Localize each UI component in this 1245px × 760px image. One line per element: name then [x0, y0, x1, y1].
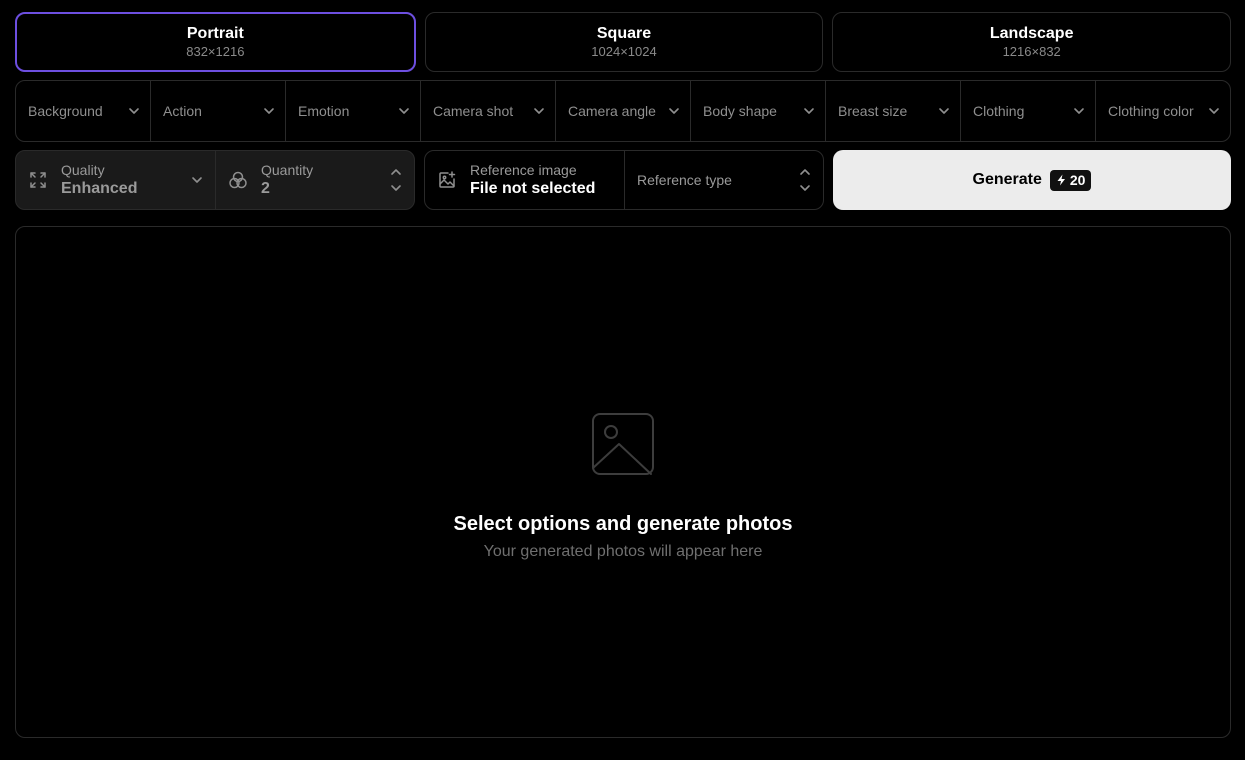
dropdown-label: Clothing color	[1108, 103, 1194, 119]
breast-size-dropdown[interactable]: Breast size	[826, 81, 961, 141]
clothing-dropdown[interactable]: Clothing	[961, 81, 1096, 141]
reference-image-value: File not selected	[470, 180, 596, 197]
chevron-down-icon	[804, 108, 814, 114]
quantity-label: Quantity	[261, 162, 314, 178]
reference-type-label: Reference type	[637, 172, 732, 188]
ratio-size: 1024×1024	[591, 44, 657, 59]
camera-angle-dropdown[interactable]: Camera angle	[556, 81, 691, 141]
select-arrows	[799, 166, 811, 194]
empty-state: Select options and generate photos Your …	[16, 412, 1230, 562]
chevron-down-icon	[939, 108, 949, 114]
chevron-up-icon[interactable]	[390, 166, 402, 178]
quantity-stepper[interactable]: Quantity 2	[215, 151, 414, 209]
chevron-down-icon	[129, 108, 139, 114]
dropdown-label: Breast size	[838, 103, 908, 119]
cost-badge: 20	[1049, 169, 1092, 191]
ratio-square[interactable]: Square 1024×1024	[424, 12, 824, 72]
ratio-label: Landscape	[989, 25, 1074, 42]
ratio-label: Square	[596, 25, 652, 42]
image-placeholder-icon	[592, 413, 654, 475]
control-row: Quality Enhanced Quantity 2 Reference im…	[15, 150, 1231, 210]
chevron-down-icon	[1074, 108, 1084, 114]
reference-image-picker[interactable]: Reference image File not selected	[425, 151, 624, 209]
body-shape-dropdown[interactable]: Body shape	[691, 81, 826, 141]
chevron-down-icon	[264, 108, 274, 114]
chevron-down-icon	[669, 108, 679, 114]
empty-state-subtitle: Your generated photos will appear here	[483, 543, 763, 560]
reference-group: Reference image File not selected Refere…	[424, 150, 824, 210]
stepper-arrows[interactable]	[390, 166, 402, 194]
chevron-up-icon	[800, 169, 810, 175]
dropdown-label: Action	[163, 103, 202, 119]
empty-state-title: Select options and generate photos	[453, 513, 793, 535]
results-panel: Select options and generate photos Your …	[15, 226, 1231, 738]
ratio-label: Portrait	[186, 25, 244, 42]
ratio-landscape[interactable]: Landscape 1216×832	[832, 12, 1232, 72]
dropdown-label: Emotion	[298, 103, 350, 119]
chevron-down-icon	[800, 185, 810, 191]
clothing-color-dropdown[interactable]: Clothing color	[1096, 81, 1230, 141]
quality-quantity-group: Quality Enhanced Quantity 2	[15, 150, 415, 210]
circles-icon	[229, 171, 247, 189]
chevron-down-icon	[534, 108, 544, 114]
quality-select[interactable]: Quality Enhanced	[16, 151, 215, 209]
image-add-icon	[439, 171, 456, 188]
quality-label: Quality	[61, 162, 105, 178]
bolt-icon	[1057, 174, 1065, 186]
ratio-portrait[interactable]: Portrait 832×1216	[15, 12, 416, 72]
action-dropdown[interactable]: Action	[151, 81, 286, 141]
ratio-size: 1216×832	[1002, 44, 1061, 59]
cost-value: 20	[1069, 172, 1086, 188]
dropdown-label: Clothing	[973, 103, 1025, 119]
chevron-down-icon	[192, 177, 202, 183]
filter-bar: Background Action Emotion Camera shot Ca…	[15, 80, 1231, 142]
emotion-dropdown[interactable]: Emotion	[286, 81, 421, 141]
background-dropdown[interactable]: Background	[16, 81, 151, 141]
generator-app: Portrait 832×1216 Square 1024×1024 Lands…	[0, 0, 1245, 760]
dropdown-label: Background	[28, 103, 103, 119]
quantity-value: 2	[261, 180, 270, 197]
chevron-down-icon	[399, 108, 409, 114]
generate-button[interactable]: Generate 20	[833, 150, 1231, 210]
reference-type-select[interactable]: Reference type	[624, 151, 823, 209]
chevron-down-icon	[1209, 108, 1219, 114]
reference-image-label: Reference image	[470, 162, 577, 178]
chevron-down-icon[interactable]	[390, 182, 402, 194]
dropdown-label: Body shape	[703, 103, 777, 119]
generate-label: Generate	[972, 171, 1042, 188]
camera-shot-dropdown[interactable]: Camera shot	[421, 81, 556, 141]
dropdown-label: Camera shot	[433, 103, 514, 119]
expand-icon	[30, 172, 46, 188]
quality-value: Enhanced	[61, 180, 138, 197]
ratio-size: 832×1216	[186, 44, 245, 59]
aspect-ratio-selector: Portrait 832×1216 Square 1024×1024 Lands…	[15, 12, 1232, 72]
dropdown-label: Camera angle	[568, 103, 656, 119]
